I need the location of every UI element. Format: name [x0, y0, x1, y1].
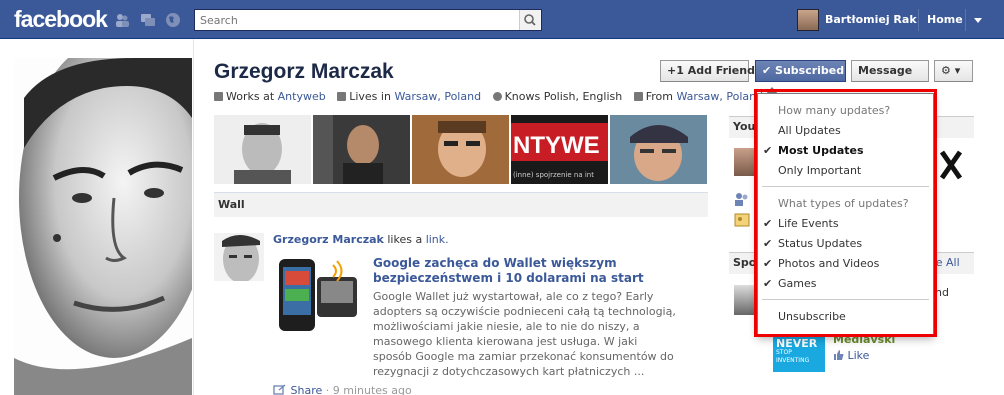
- briefcase-icon: [214, 92, 223, 101]
- right-column-text: nd: [935, 286, 949, 299]
- story-timestamp[interactable]: · 9 minutes ago: [326, 384, 412, 395]
- account-menu-arrow-icon[interactable]: [969, 12, 987, 28]
- photo-thumbnail[interactable]: [313, 115, 410, 184]
- globe-icon: [492, 92, 502, 101]
- share-link[interactable]: Share: [291, 384, 323, 395]
- search-icon: [524, 14, 536, 26]
- pages-icon: [734, 213, 750, 227]
- ad-like-link[interactable]: Like: [833, 349, 869, 362]
- languages-text: Knows Polish, English: [504, 90, 623, 103]
- checkmark-icon: ✔: [763, 217, 773, 230]
- subscribed-button[interactable]: ✔ Subscribed: [755, 60, 846, 82]
- menu-divider: [762, 299, 929, 300]
- add-friend-button[interactable]: +1 Add Friend: [660, 60, 755, 82]
- message-button[interactable]: Message: [851, 60, 929, 82]
- ad-subtitle: STOP INVENTING: [776, 349, 810, 364]
- photo-thumbnail[interactable]: [610, 115, 707, 184]
- user-avatar[interactable]: [797, 9, 819, 31]
- menu-item-all-updates[interactable]: All Updates: [778, 124, 841, 137]
- photo-logo-text: NTYWE: [513, 132, 600, 159]
- checkmark-icon: ✔: [763, 277, 773, 290]
- profile-portrait-image: [14, 58, 192, 395]
- menu-item-most-updates[interactable]: Most Updates: [778, 144, 864, 157]
- checkmark-icon: ✔: [763, 237, 773, 250]
- from-prefix: From: [645, 90, 673, 103]
- link-title[interactable]: Google zachęca do Wallet większym bezpie…: [373, 256, 673, 286]
- friend-avatar[interactable]: [938, 148, 964, 182]
- notifications-globe-icon[interactable]: [165, 12, 181, 28]
- friends-icon: [735, 193, 748, 206]
- sponsor-avatar[interactable]: [734, 285, 756, 315]
- story-footer: Share · 9 minutes ago: [273, 384, 412, 395]
- search-box: [194, 9, 542, 31]
- story-actor-link[interactable]: Grzegorz Marczak: [273, 233, 384, 246]
- link-description: Google Wallet już wystartował, ale co z …: [373, 290, 676, 378]
- subscription-dropdown-menu: How many updates? All Updates ✔ Most Upd…: [757, 93, 934, 336]
- top-bar: facebook Bartłomiej Rak Home: [0, 0, 1004, 39]
- story-action-text: likes a: [387, 233, 423, 246]
- story-header: Grzegorz Marczak likes a link.: [273, 233, 449, 246]
- checkmark-icon: ✔: [763, 144, 773, 157]
- gear-menu-button[interactable]: ⚙ ▾: [934, 60, 973, 82]
- profile-name[interactable]: Grzegorz Marczak: [214, 60, 394, 84]
- messages-icon[interactable]: [140, 12, 156, 28]
- link-thumbnail[interactable]: [273, 255, 365, 335]
- home-link[interactable]: Home: [927, 13, 963, 26]
- menu-item-photos-videos[interactable]: Photos and Videos: [778, 257, 879, 270]
- menu-item-status-updates[interactable]: Status Updates: [778, 237, 862, 250]
- story-object-link[interactable]: link.: [426, 233, 449, 246]
- checkmark-icon: ✔: [763, 257, 773, 270]
- hometown-icon: [633, 92, 643, 101]
- menu-item-games[interactable]: Games: [778, 277, 816, 290]
- home-icon: [337, 92, 347, 101]
- story-author-avatar[interactable]: [214, 233, 264, 281]
- top-divider: [965, 9, 966, 31]
- photo-subtext: (inne) spojrzenie na int: [513, 171, 594, 179]
- friend-avatar[interactable]: [734, 148, 754, 176]
- friend-requests-icon[interactable]: [114, 12, 130, 28]
- photo-strip: NTYWE (inne) spojrzenie na int: [214, 115, 708, 184]
- menu-header-types: What types of updates?: [778, 197, 909, 210]
- hometown-link[interactable]: Warsaw, Poland: [676, 90, 763, 103]
- photo-thumbnail[interactable]: NTYWE (inne) spojrzenie na int: [511, 115, 608, 184]
- user-name-link[interactable]: Bartłomiej Rak: [825, 13, 917, 26]
- works-prefix: Works at: [226, 90, 275, 103]
- search-input[interactable]: [195, 10, 515, 30]
- lives-prefix: Lives in: [349, 90, 391, 103]
- photo-thumbnail[interactable]: [412, 115, 509, 184]
- profile-info-line: Works at Antyweb Lives in Warsaw, Poland…: [214, 90, 771, 103]
- left-column-divider: [193, 39, 194, 395]
- menu-header-how-many: How many updates?: [778, 104, 891, 117]
- like-label: Like: [847, 349, 870, 362]
- photo-thumbnail[interactable]: [214, 115, 311, 184]
- search-button[interactable]: [519, 10, 541, 30]
- profile-picture[interactable]: [14, 58, 192, 395]
- menu-item-only-important[interactable]: Only Important: [778, 164, 861, 177]
- works-at-link[interactable]: Antyweb: [278, 90, 326, 103]
- wall-title: Wall: [218, 198, 245, 211]
- facebook-logo[interactable]: facebook: [14, 6, 108, 33]
- top-divider: [918, 9, 919, 31]
- menu-item-life-events[interactable]: Life Events: [778, 217, 839, 230]
- menu-divider: [762, 186, 929, 187]
- lives-in-link[interactable]: Warsaw, Poland: [394, 90, 481, 103]
- ad-image[interactable]: NEVER STOP INVENTING: [773, 334, 825, 372]
- like-thumb-icon: [834, 350, 844, 360]
- menu-item-unsubscribe[interactable]: Unsubscribe: [778, 310, 846, 323]
- wall-header-bar: [214, 192, 708, 217]
- share-icon: [273, 384, 286, 395]
